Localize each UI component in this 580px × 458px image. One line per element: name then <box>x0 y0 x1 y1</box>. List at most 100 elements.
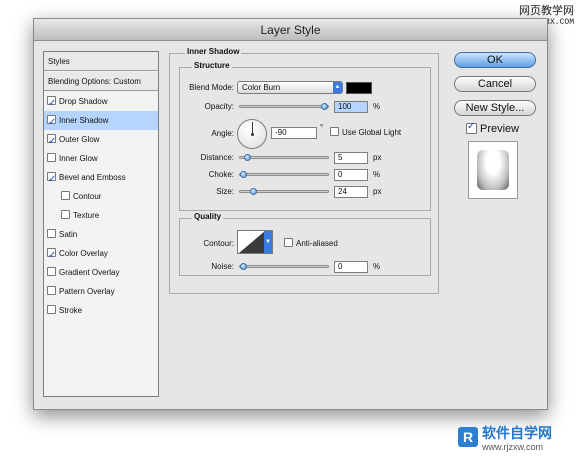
style-preview-thumbnail <box>468 141 518 199</box>
choke-slider[interactable] <box>239 171 329 178</box>
anti-aliased-label: Anti-aliased <box>296 239 338 248</box>
blend-color-swatch[interactable] <box>346 82 372 94</box>
size-slider-handle[interactable] <box>250 188 257 195</box>
use-global-light[interactable]: Use Global Light <box>330 127 402 138</box>
noise-unit: % <box>373 262 381 271</box>
choke-slider-handle[interactable] <box>240 171 247 178</box>
chevron-down-icon[interactable]: ▼ <box>264 231 272 253</box>
preview-toggle[interactable]: Preview <box>466 121 520 135</box>
inner-shadow-title: Inner Shadow <box>185 47 242 56</box>
structure-title: Structure <box>192 61 232 70</box>
sidebar-item-color-overlay[interactable]: Color Overlay <box>44 244 158 265</box>
opacity-slider-handle[interactable] <box>321 103 328 110</box>
sidebar-item-bevel-and-emboss[interactable]: Bevel and Emboss <box>44 168 158 189</box>
sidebar-item-label: Satin <box>59 230 78 239</box>
sidebar-blending-options[interactable]: Blending Options: Custom <box>44 72 158 91</box>
sidebar-item-label: Stroke <box>59 306 83 315</box>
sidebar-item-checkbox[interactable] <box>47 286 56 296</box>
use-global-light-label: Use Global Light <box>342 128 402 137</box>
sidebar-item-outer-glow[interactable]: Outer Glow <box>44 130 158 151</box>
cancel-button[interactable]: Cancel <box>454 76 536 92</box>
sidebar-item-stroke[interactable]: Stroke <box>44 301 158 320</box>
sidebar-item-checkbox[interactable] <box>47 305 56 315</box>
preview-label: Preview <box>480 123 520 135</box>
contour-label: Contour: <box>203 239 234 248</box>
preview-checkbox[interactable] <box>466 121 477 134</box>
sidebar-item-label: Inner Glow <box>59 154 98 163</box>
noise-input[interactable]: 0 <box>334 261 368 273</box>
style-preview-swatch <box>477 150 509 190</box>
blend-mode-value: Color Burn <box>242 83 281 92</box>
sidebar-item-checkbox[interactable] <box>47 153 56 163</box>
sidebar-item-label: Contour <box>73 192 102 201</box>
noise-slider[interactable] <box>239 263 329 270</box>
sidebar-item-label: Gradient Overlay <box>59 268 120 277</box>
dialog-title: Layer Style <box>34 19 547 41</box>
watermark-bottom-text: 软件自学网 <box>482 425 552 441</box>
size-input[interactable]: 24 <box>334 186 368 198</box>
distance-slider-handle[interactable] <box>244 154 251 161</box>
anti-aliased[interactable]: Anti-aliased <box>284 238 338 249</box>
rjzxw-logo-icon: R <box>458 427 478 447</box>
sidebar-item-checkbox[interactable] <box>47 229 56 239</box>
chevron-updown-icon: ▲ <box>333 82 342 93</box>
sidebar-item-label: Color Overlay <box>59 249 108 258</box>
watermark-bottom: R 软件自学网 www.rjzxw.com <box>458 425 576 455</box>
sidebar-item-checkbox[interactable] <box>47 132 56 151</box>
opacity-slider[interactable] <box>239 103 329 110</box>
opacity-label: Opacity: <box>204 102 234 111</box>
sidebar-item-label: Inner Shadow <box>59 116 109 125</box>
noise-label: Noise: <box>211 262 234 271</box>
sidebar-item-satin[interactable]: Satin <box>44 225 158 244</box>
sidebar-item-inner-glow[interactable]: Inner Glow <box>44 149 158 168</box>
sidebar-item-label: Texture <box>73 211 100 220</box>
contour-curve-icon <box>239 231 265 253</box>
styles-sidebar: Styles Blending Options: Custom Drop Sha… <box>43 51 159 397</box>
anti-aliased-checkbox[interactable] <box>284 238 293 248</box>
sidebar-item-drop-shadow[interactable]: Drop Shadow <box>44 92 158 113</box>
watermark-bottom-url: www.rjzxw.com <box>482 442 544 452</box>
sidebar-item-label: Drop Shadow <box>59 97 108 106</box>
distance-input[interactable]: 5 <box>334 152 368 164</box>
sidebar-item-checkbox[interactable] <box>61 210 70 220</box>
distance-label: Distance: <box>200 153 234 162</box>
sidebar-item-label: Bevel and Emboss <box>59 173 126 182</box>
sidebar-item-checkbox[interactable] <box>61 191 70 201</box>
angle-dial[interactable] <box>237 119 267 149</box>
sidebar-item-label: Outer Glow <box>59 135 100 144</box>
blend-mode-select[interactable]: Color Burn ▲ <box>237 81 343 94</box>
sidebar-item-checkbox[interactable] <box>47 94 56 113</box>
sidebar-item-texture[interactable]: Texture <box>44 206 158 225</box>
ok-button[interactable]: OK <box>454 52 536 68</box>
quality-title: Quality <box>192 212 224 221</box>
angle-center-dot <box>251 133 254 136</box>
sidebar-item-gradient-overlay[interactable]: Gradient Overlay <box>44 263 158 282</box>
angle-unit: ° <box>320 123 324 132</box>
distance-slider[interactable] <box>239 154 329 161</box>
sidebar-item-checkbox[interactable] <box>47 170 56 189</box>
sidebar-item-label: Pattern Overlay <box>59 287 115 296</box>
sidebar-styles-header[interactable]: Styles <box>44 52 158 71</box>
layer-style-dialog: Layer Style Styles Blending Options: Cus… <box>33 18 548 410</box>
noise-slider-handle[interactable] <box>240 263 247 270</box>
contour-picker[interactable]: ▼ <box>237 230 273 254</box>
sidebar-item-inner-shadow[interactable]: Inner Shadow <box>44 111 158 132</box>
use-global-light-checkbox[interactable] <box>330 127 339 137</box>
distance-unit: px <box>373 153 382 162</box>
sidebar-item-checkbox[interactable] <box>47 267 56 277</box>
angle-input[interactable]: -90 <box>271 127 317 139</box>
sidebar-item-checkbox[interactable] <box>47 246 56 265</box>
angle-label: Angle: <box>211 129 234 138</box>
watermark-top-text: 网页教学网 <box>519 5 574 17</box>
size-slider[interactable] <box>239 188 329 195</box>
sidebar-item-pattern-overlay[interactable]: Pattern Overlay <box>44 282 158 301</box>
size-unit: px <box>373 187 382 196</box>
size-label: Size: <box>216 187 234 196</box>
new-style-button[interactable]: New Style... <box>454 100 536 116</box>
choke-label: Choke: <box>208 170 234 179</box>
sidebar-item-checkbox[interactable] <box>47 113 56 132</box>
opacity-input[interactable]: 100 <box>334 101 368 113</box>
sidebar-item-contour[interactable]: Contour <box>44 187 158 206</box>
choke-input[interactable]: 0 <box>334 169 368 181</box>
choke-unit: % <box>373 170 381 179</box>
